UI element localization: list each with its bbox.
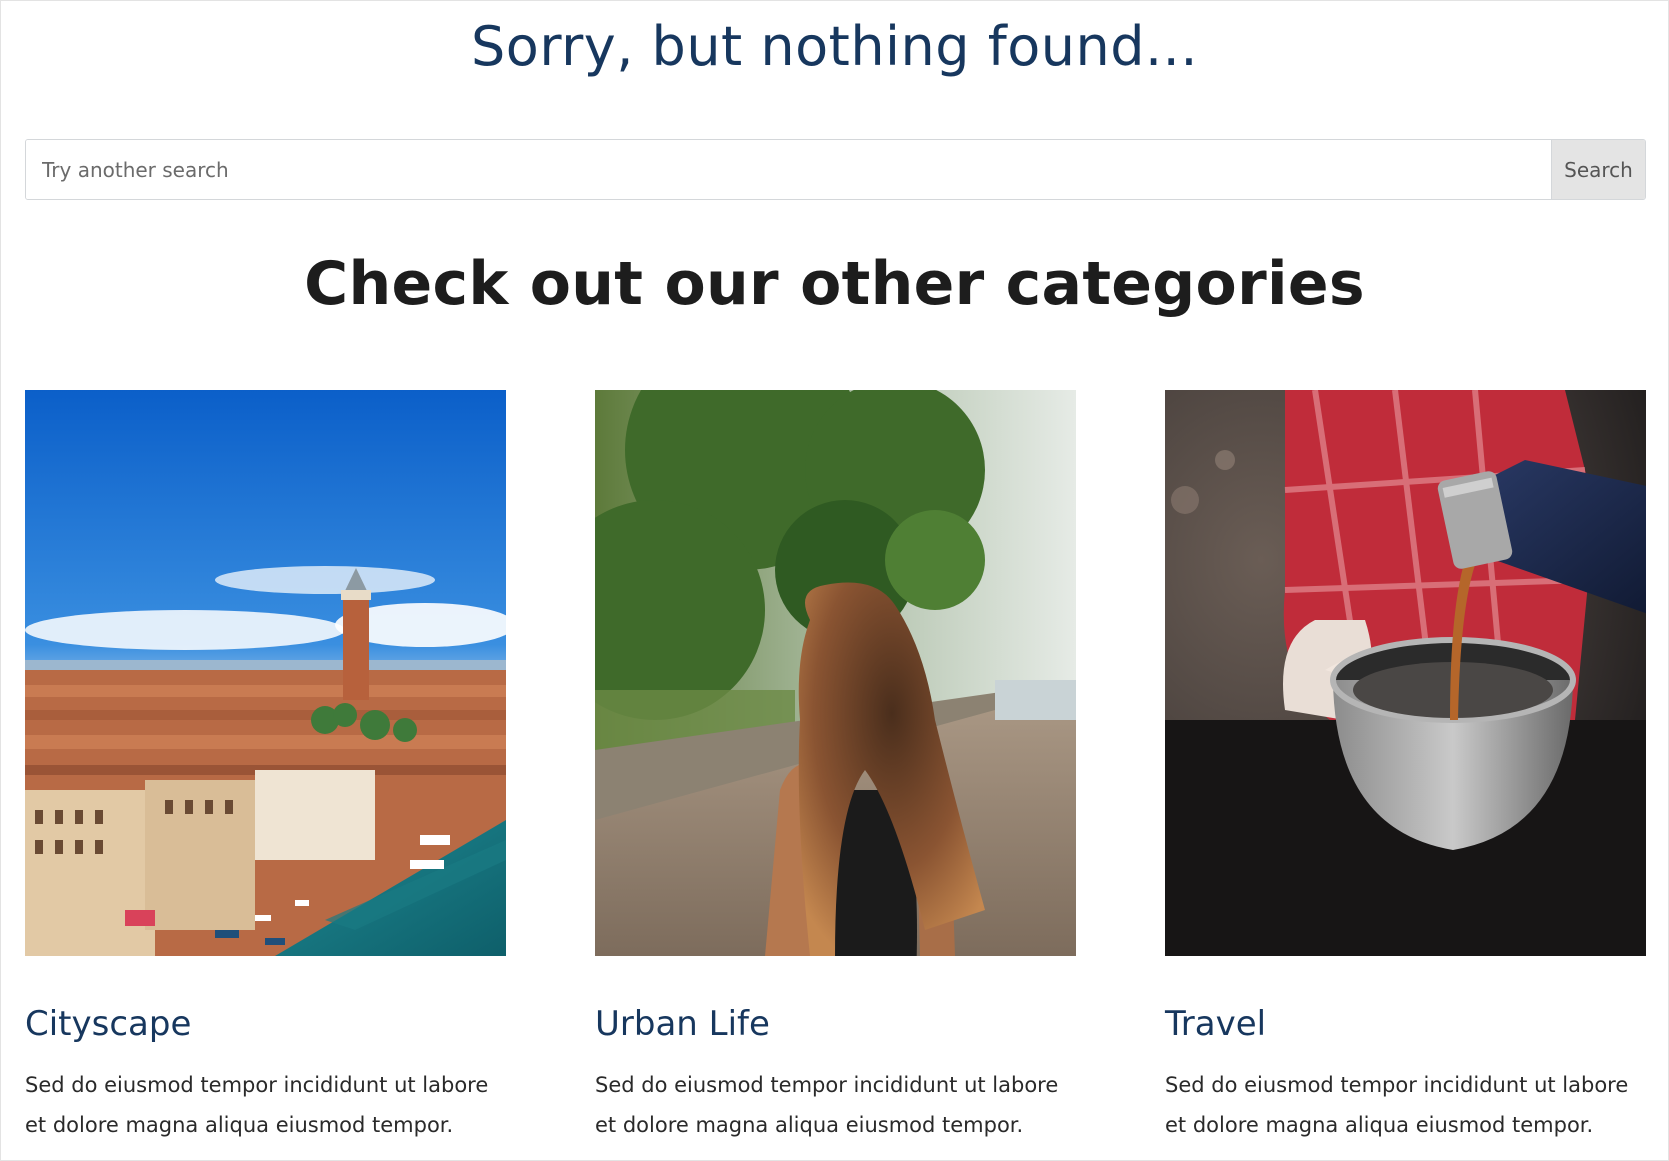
urban-life-image-link[interactable]	[595, 390, 1076, 956]
woman-walking-image	[595, 390, 1076, 956]
categories-heading: Check out our other categories	[304, 249, 1365, 319]
card-title-travel[interactable]: Travel	[1165, 1004, 1646, 1045]
search-button[interactable]: Search	[1551, 140, 1645, 199]
search-form: Search	[25, 139, 1646, 200]
cityscape-image-link[interactable]	[25, 390, 506, 956]
card-text-travel: Sed do eiusmod tempor incididunt ut labo…	[1165, 1072, 1629, 1137]
not-found-title: Sorry, but nothing found...	[471, 15, 1198, 78]
card-title-cityscape[interactable]: Cityscape	[25, 1004, 506, 1045]
category-card-cityscape: Cityscape Sed do eiusmod tempor incididu…	[25, 390, 506, 1145]
search-input[interactable]	[26, 140, 1551, 199]
venice-cityscape-image	[25, 390, 506, 956]
card-title-urban-life[interactable]: Urban Life	[595, 1004, 1076, 1045]
card-text-urban-life: Sed do eiusmod tempor incididunt ut labo…	[595, 1072, 1059, 1137]
category-card-travel: Travel Sed do eiusmod tempor incididunt …	[1165, 390, 1646, 1145]
travel-image-link[interactable]	[1165, 390, 1646, 956]
pouring-coffee-image	[1165, 390, 1646, 956]
page: Sorry, but nothing found... Search Check…	[0, 0, 1669, 1161]
card-text-cityscape: Sed do eiusmod tempor incididunt ut labo…	[25, 1072, 489, 1137]
category-card-urban-life: Urban Life Sed do eiusmod tempor incidid…	[595, 390, 1076, 1145]
